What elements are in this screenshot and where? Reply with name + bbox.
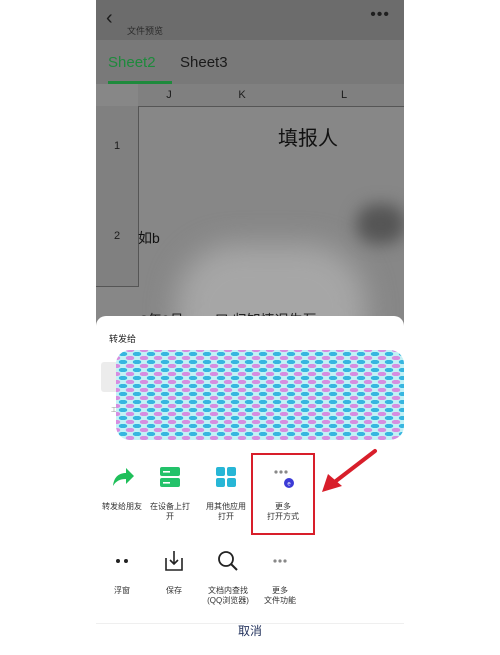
save-button[interactable]: 保存 <box>144 548 204 596</box>
float-window-icon <box>109 548 135 574</box>
open-on-device-button[interactable]: 在设备上打 开 <box>140 464 200 522</box>
open-with-other-app-button[interactable]: 用其他应用 打开 <box>196 464 256 522</box>
more-file-functions-button[interactable]: 更多 文件功能 <box>250 548 310 606</box>
row-header-1[interactable]: 1 <box>96 106 139 187</box>
search-in-document-button[interactable]: 文档内查找 (QQ浏览器) <box>198 548 258 606</box>
ellipsis-icon[interactable]: ••• <box>370 6 390 24</box>
search-icon <box>215 548 241 574</box>
apps-grid-icon <box>213 464 239 490</box>
forward-to-title: 转发给 <box>109 334 137 344</box>
cell-l1[interactable]: 填报人 <box>278 122 338 151</box>
column-header-j[interactable]: J <box>138 84 201 107</box>
open-with-other-app-label: 用其他应用 打开 <box>206 502 246 521</box>
search-in-document-label: 文档内查找 (QQ浏览器) <box>207 586 249 605</box>
spreadsheet-grid: J K L 1 2 填报人 如b 2年9月... ... 口 归知情况生互 <box>96 84 404 394</box>
tab-sheet2[interactable]: Sheet2 <box>108 54 156 71</box>
top-bar: ‹ 文件预览 ••• <box>96 0 404 40</box>
forward-arrow-icon <box>109 464 135 490</box>
float-window-label: 浮窗 <box>114 586 130 595</box>
row-header-2[interactable]: 2 <box>96 186 139 287</box>
tab-sheet3[interactable]: Sheet3 <box>180 54 228 71</box>
float-window-button[interactable]: 浮窗 <box>92 548 152 596</box>
red-annotation-arrow <box>322 449 377 492</box>
column-header-l[interactable]: L <box>284 84 404 107</box>
redaction-blur-dark <box>356 204 404 244</box>
save-download-icon <box>161 548 187 574</box>
chevron-left-icon[interactable]: ‹ <box>106 8 113 28</box>
contacts-redaction <box>116 350 404 440</box>
cell-j2[interactable]: 如b <box>138 228 160 248</box>
page-subtitle: 文件预览 <box>127 26 164 36</box>
save-label: 保存 <box>166 586 182 595</box>
open-on-device-label: 在设备上打 开 <box>150 502 190 521</box>
column-header-k[interactable]: K <box>200 84 285 107</box>
cancel-button[interactable]: 取消 <box>96 622 404 639</box>
red-highlight-box <box>251 453 315 535</box>
sheet-tabs: Sheet2 Sheet3 <box>96 40 404 84</box>
device-open-icon <box>157 464 183 490</box>
more-file-functions-icon <box>267 548 293 574</box>
more-file-functions-label: 更多 文件功能 <box>264 586 296 605</box>
